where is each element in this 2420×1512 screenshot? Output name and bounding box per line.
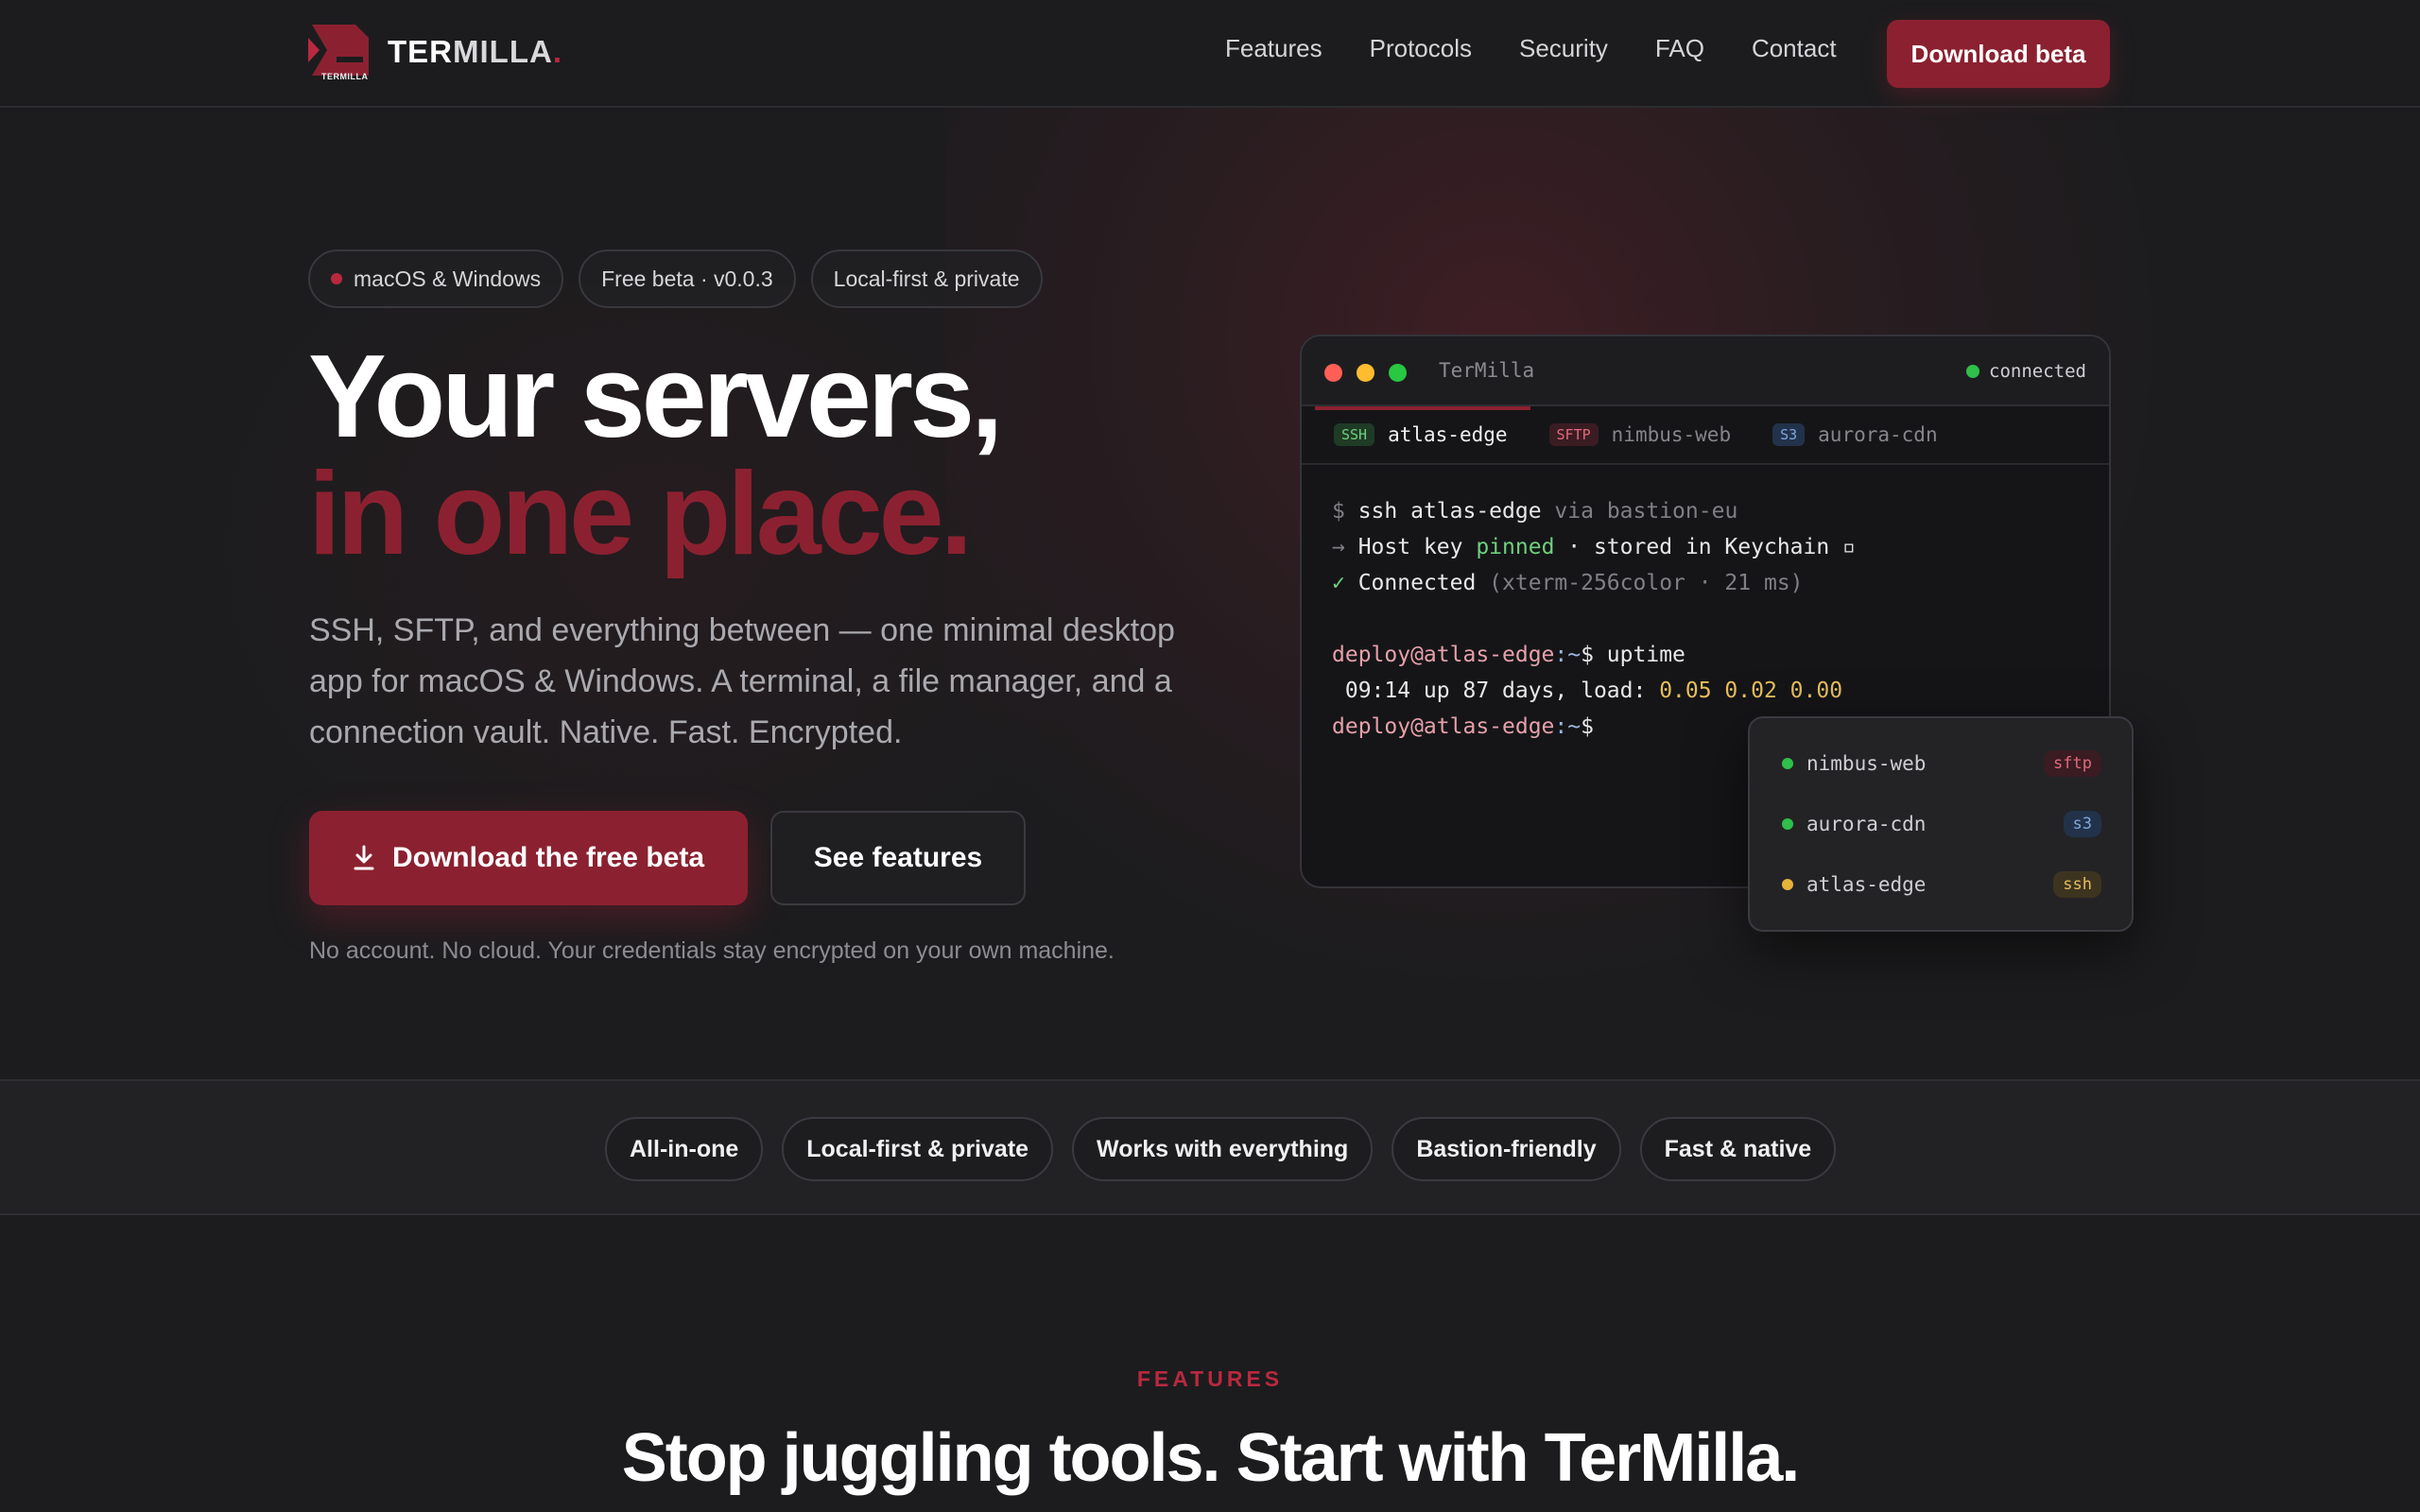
terminal-line: $ ssh atlas-edge via bastion-eu: [1332, 499, 1738, 524]
badge-version: Free beta · v0.0.3: [579, 249, 796, 308]
badge-platforms: macOS & Windows: [308, 249, 564, 308]
status-dot-icon: [1782, 879, 1793, 890]
pill-local-first[interactable]: Local-first & private: [782, 1117, 1054, 1181]
pill-works-with-everything[interactable]: Works with everything: [1072, 1117, 1374, 1181]
minimize-window-icon[interactable]: [1357, 364, 1374, 382]
download-free-beta-button[interactable]: Download the free beta: [309, 811, 748, 905]
protocol-chip-ssh: SSH: [1334, 423, 1375, 446]
pill-fast-native[interactable]: Fast & native: [1639, 1117, 1837, 1181]
host-name: atlas-edge: [1806, 873, 1927, 896]
tab-atlas-edge[interactable]: SSH atlas-edge: [1334, 423, 1508, 446]
feature-pills: All-in-one Local-first & private Works w…: [605, 1117, 1837, 1181]
top-nav: TERMILLA TERMILLA. Features Protocols Se…: [0, 0, 2420, 108]
protocol-tag: s3: [2063, 811, 2101, 837]
terminal-titlebar: TerMilla connected: [1302, 336, 2109, 406]
see-features-button[interactable]: See features: [770, 811, 1026, 905]
nav-link-features[interactable]: Features: [1225, 34, 1322, 63]
features-eyebrow: FEATURES: [1136, 1366, 1284, 1391]
tab-label: atlas-edge: [1388, 423, 1508, 446]
nav-link-protocols[interactable]: Protocols: [1370, 34, 1472, 63]
host-name: nimbus-web: [1806, 752, 1927, 775]
tab-label: nimbus-web: [1611, 423, 1732, 446]
brand-name: TERMILLA.: [388, 34, 562, 69]
host-switcher-popover: nimbus-web sftp aurora-cdn s3 atlas-edge…: [1748, 716, 2134, 932]
maximize-window-icon[interactable]: [1389, 364, 1407, 382]
terminal-line: → Host key pinned · stored in Keychain ▫: [1332, 535, 1856, 559]
nav-link-security[interactable]: Security: [1519, 34, 1608, 63]
nav-link-faq[interactable]: FAQ: [1655, 34, 1704, 63]
terminal-tabs: SSH atlas-edge SFTP nimbus-web S3 aurora…: [1302, 406, 2109, 465]
download-free-beta-label: Download the free beta: [391, 842, 705, 873]
active-tab-indicator: [1315, 406, 1530, 410]
download-beta-button[interactable]: Download beta: [1887, 20, 2110, 88]
host-name: aurora-cdn: [1806, 813, 1927, 835]
protocol-tag: sftp: [2044, 750, 2101, 777]
features-heading: Stop juggling tools. Start with TerMilla…: [621, 1420, 1801, 1496]
nav-link-contact[interactable]: Contact: [1752, 34, 1837, 63]
logo-small-text: TERMILLA: [321, 72, 369, 81]
protocol-tag: ssh: [2053, 871, 2101, 898]
protocol-chip-sftp: SFTP: [1548, 423, 1599, 446]
status-dot-icon: [1782, 758, 1793, 769]
tab-aurora-cdn[interactable]: S3 aurora-cdn: [1772, 423, 1938, 446]
nav-links: Features Protocols Security FAQ Contact: [1225, 34, 1837, 63]
accent-dot-icon: [331, 273, 342, 284]
termilla-logo-icon: TERMILLA: [308, 21, 371, 83]
pill-all-in-one[interactable]: All-in-one: [605, 1117, 764, 1181]
host-item-atlas-edge[interactable]: atlas-edge ssh: [1750, 854, 2132, 915]
status-dot-icon: [1782, 818, 1793, 830]
hero-badges: macOS & Windows Free beta · v0.0.3 Local…: [308, 249, 1043, 308]
terminal-line: deploy@atlas-edge:~$ uptime: [1332, 643, 1685, 667]
tab-label: aurora-cdn: [1818, 423, 1938, 446]
logo[interactable]: TERMILLA TERMILLA.: [308, 21, 562, 83]
hero-headline-line1: Your servers,: [308, 332, 1003, 462]
badge-local-first: Local-first & private: [810, 249, 1043, 308]
terminal-title: TerMilla: [1439, 359, 1535, 382]
close-window-icon[interactable]: [1324, 364, 1342, 382]
host-item-aurora-cdn[interactable]: aurora-cdn s3: [1750, 794, 2132, 854]
feature-strip: All-in-one Local-first & private Works w…: [0, 1079, 2420, 1215]
download-icon: [354, 845, 374, 870]
host-item-nimbus-web[interactable]: nimbus-web sftp: [1750, 733, 2132, 794]
status-dot-icon: [1966, 365, 1980, 378]
hero-fine-print: No account. No cloud. Your credentials s…: [309, 937, 1115, 964]
terminal-line: ✓ Connected (xterm-256color · 21 ms): [1332, 571, 1804, 595]
terminal-line: 09:14 up 87 days, load: 0.05 0.02 0.00: [1332, 679, 1843, 703]
pill-bastion-friendly[interactable]: Bastion-friendly: [1392, 1117, 1621, 1181]
hero-headline-line2: in one place.: [308, 449, 973, 579]
connection-status: connected: [1966, 361, 2086, 382]
hero-lead: SSH, SFTP, and everything between — one …: [309, 612, 1175, 750]
tab-nimbus-web[interactable]: SFTP nimbus-web: [1548, 423, 1732, 446]
protocol-chip-s3: S3: [1772, 423, 1806, 446]
